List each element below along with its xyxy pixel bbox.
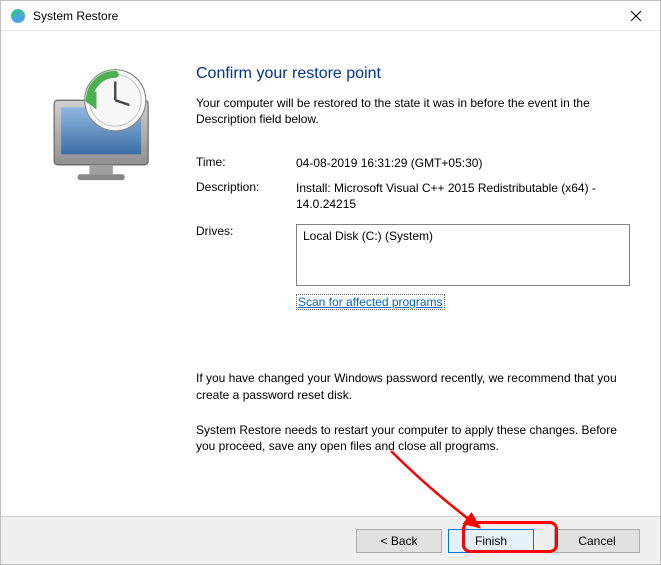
finish-button[interactable]: Finish (448, 529, 534, 553)
footer-buttons: < Back Finish Cancel (1, 516, 660, 564)
scan-affected-link[interactable]: Scan for affected programs (296, 294, 445, 310)
back-button[interactable]: < Back (356, 529, 442, 553)
restore-monitor-icon (33, 193, 174, 210)
scan-row: Scan for affected programs (296, 294, 630, 310)
password-warning: If you have changed your Windows passwor… (196, 370, 630, 404)
close-button[interactable] (616, 2, 656, 30)
description-label: Description: (196, 180, 296, 212)
app-icon (9, 7, 27, 25)
window-title: System Restore (33, 9, 616, 23)
drives-row: Drives: Local Disk (C:) (System) (196, 224, 630, 286)
content-area: Confirm your restore point Your computer… (186, 31, 660, 516)
dialog-body: Confirm your restore point Your computer… (1, 31, 660, 516)
titlebar: System Restore (1, 1, 660, 31)
drives-listbox[interactable]: Local Disk (C:) (System) (296, 224, 630, 286)
drives-value: Local Disk (C:) (System) (303, 229, 433, 243)
time-label: Time: (196, 155, 296, 171)
cancel-button[interactable]: Cancel (554, 529, 640, 553)
warning-block: If you have changed your Windows passwor… (196, 370, 630, 455)
page-heading: Confirm your restore point (196, 65, 630, 83)
time-value: 04-08-2019 16:31:29 (GMT+05:30) (296, 155, 630, 171)
drives-label: Drives: (196, 224, 296, 286)
description-row: Description: Install: Microsoft Visual C… (196, 180, 630, 212)
system-restore-window: System Restore (0, 0, 661, 565)
description-value: Install: Microsoft Visual C++ 2015 Redis… (296, 180, 630, 212)
restart-warning: System Restore needs to restart your com… (196, 422, 630, 456)
time-row: Time: 04-08-2019 16:31:29 (GMT+05:30) (196, 155, 630, 171)
intro-text: Your computer will be restored to the st… (196, 95, 630, 127)
sidebar (1, 31, 186, 516)
